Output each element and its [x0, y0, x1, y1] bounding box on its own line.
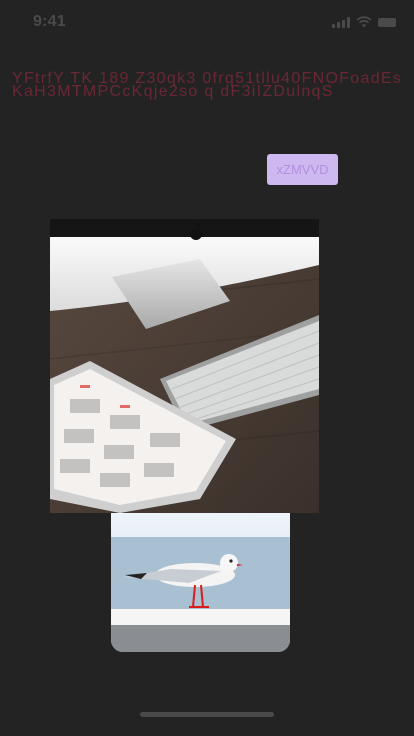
- battery-icon: [378, 17, 396, 27]
- wifi-icon: [356, 16, 372, 28]
- seagull-photo: [111, 513, 290, 652]
- title-text: YFtrfY TK 189 Z30qk3 0frq51tllu40FNOFoad…: [12, 70, 403, 100]
- status-icons: [332, 16, 396, 28]
- status-bar: 9:41: [0, 0, 414, 44]
- app-screen: 9:41 YFtrfY TK 189 Z30qk3 0frq51tllu40FN…: [0, 0, 414, 736]
- desk-photo: [50, 219, 319, 513]
- home-indicator[interactable]: [140, 712, 274, 717]
- action-button[interactable]: xZMVVD: [267, 154, 338, 185]
- status-time: 9:41: [33, 13, 66, 30]
- signal-icon: [332, 16, 350, 28]
